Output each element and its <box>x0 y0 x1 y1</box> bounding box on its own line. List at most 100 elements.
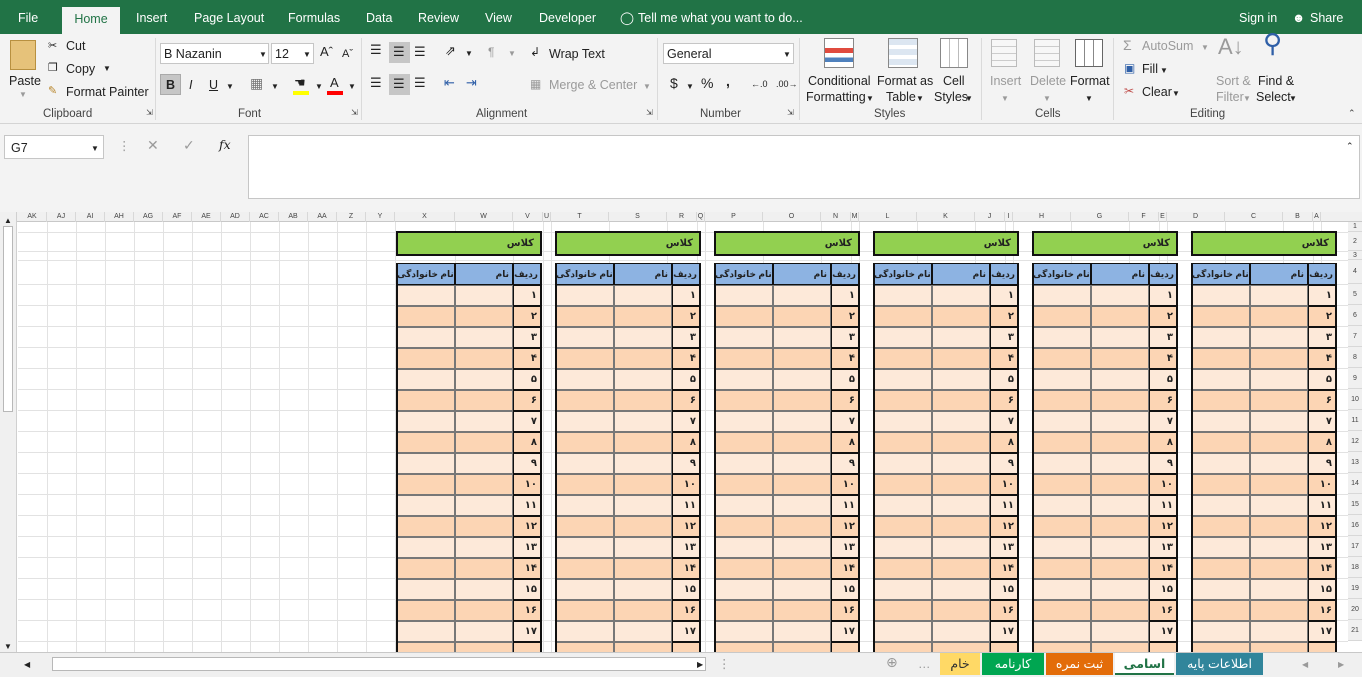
class-title-cell[interactable]: کلاس <box>555 231 701 256</box>
chevron-down-icon[interactable]: ▼ <box>103 62 111 76</box>
column-header-j[interactable]: J <box>975 212 1005 222</box>
top-align-icon[interactable]: ☰ <box>370 43 382 57</box>
tab-file[interactable]: File <box>18 11 38 25</box>
next-sheet-icon[interactable]: ▶ <box>1338 658 1344 672</box>
chevron-down-icon[interactable]: ▼ <box>965 92 973 106</box>
bottom-align-icon[interactable]: ☰ <box>414 45 426 59</box>
column-header-m[interactable]: M <box>851 212 859 222</box>
format-as-table-label2[interactable]: Table <box>886 90 916 104</box>
column-header-r[interactable]: R <box>667 212 697 222</box>
dialog-launcher-icon[interactable]: ⇲ <box>646 108 653 117</box>
font-color-icon[interactable]: A <box>330 76 339 90</box>
row-header[interactable]: 21 <box>1348 620 1362 641</box>
row-header[interactable]: 8 <box>1348 347 1362 368</box>
prev-sheet-icon[interactable]: ◀ <box>1302 658 1308 672</box>
paste-button[interactable]: Paste <box>9 74 41 88</box>
number-format-dropdown[interactable]: General ▼ <box>663 43 794 64</box>
row-header[interactable]: 11 <box>1348 410 1362 431</box>
column-header-aa[interactable]: AA <box>308 212 337 222</box>
row-header[interactable]: 1 <box>1348 222 1362 232</box>
chevron-down-icon[interactable]: ▼ <box>916 92 924 106</box>
column-header-k[interactable]: K <box>917 212 975 222</box>
chevron-down-icon[interactable]: ▼ <box>271 80 279 94</box>
chevron-down-icon[interactable]: ▼ <box>315 80 323 94</box>
decrease-font-icon[interactable]: Aˇ <box>342 47 353 61</box>
row-header[interactable]: 5 <box>1348 284 1362 305</box>
tell-me-box[interactable]: Tell me what you want to do... <box>638 11 803 25</box>
column-header-y[interactable]: Y <box>366 212 395 222</box>
borders-icon[interactable]: ▦ <box>250 76 263 90</box>
sheet-tab-basic-info[interactable]: اطلاعات پایه <box>1176 653 1263 675</box>
chevron-down-icon[interactable]: ▼ <box>1289 92 1297 106</box>
sheet-tab-names[interactable]: اسامی <box>1115 653 1174 675</box>
find-select-label2[interactable]: Select <box>1256 90 1291 104</box>
currency-button[interactable]: $ <box>670 76 678 90</box>
row-header[interactable]: 4 <box>1348 260 1362 284</box>
row-header[interactable]: 6 <box>1348 305 1362 326</box>
class-title-cell[interactable]: کلاس <box>396 231 542 256</box>
tab-developer[interactable]: Developer <box>539 11 596 25</box>
scroll-left-icon[interactable]: ◀ <box>24 658 30 672</box>
font-size-dropdown[interactable]: 12 ▼ <box>271 43 314 64</box>
column-header-ab[interactable]: AB <box>279 212 308 222</box>
cell-styles-label2[interactable]: Styles <box>934 90 968 104</box>
conditional-formatting-label2[interactable]: Formatting <box>806 90 866 104</box>
paste-icon[interactable] <box>10 40 36 70</box>
worksheet-grid[interactable]: AK AJ AI AH AG AF AE AD AC AB AA Z Y X W V U T S R Q P O N M L K J I… <box>0 212 1362 652</box>
fill-color-icon[interactable]: ☚ <box>294 76 306 90</box>
underline-button[interactable]: U <box>209 78 218 92</box>
format-painter-button[interactable]: Format Painter <box>66 85 149 99</box>
column-header-v[interactable]: V <box>513 212 543 222</box>
column-header-ag[interactable]: AG <box>134 212 163 222</box>
row-header[interactable]: 14 <box>1348 473 1362 494</box>
class-title-cell[interactable]: کلاس <box>714 231 860 256</box>
class-title-cell[interactable]: کلاس <box>1032 231 1178 256</box>
formula-input[interactable] <box>248 135 1360 199</box>
conditional-formatting-label1[interactable]: Conditional <box>808 74 871 88</box>
chevron-down-icon[interactable]: ▼ <box>1172 87 1180 101</box>
name-box[interactable]: G7 ▼ <box>4 135 104 159</box>
vertical-scrollbar[interactable]: ▲ ▼ <box>0 212 17 652</box>
column-header-l[interactable]: L <box>859 212 917 222</box>
row-header[interactable]: 20 <box>1348 599 1362 620</box>
sign-in-link[interactable]: Sign in <box>1239 11 1277 25</box>
clear-button[interactable]: Clear <box>1142 85 1172 99</box>
horizontal-scroll-thumb[interactable] <box>52 657 706 671</box>
chevron-down-icon[interactable]: ▼ <box>686 80 694 94</box>
column-header-i[interactable]: I <box>1005 212 1013 222</box>
column-header-s[interactable]: S <box>609 212 667 222</box>
align-left-icon[interactable]: ☰ <box>370 76 382 90</box>
column-header-b[interactable]: B <box>1283 212 1313 222</box>
column-header-n[interactable]: N <box>821 212 851 222</box>
row-header[interactable]: 15 <box>1348 494 1362 515</box>
chevron-down-icon[interactable]: ▼ <box>866 92 874 106</box>
class-title-cell[interactable]: کلاس <box>873 231 1019 256</box>
align-right-icon[interactable]: ☰ <box>414 76 426 90</box>
increase-decimal-icon[interactable]: ←.0 <box>751 77 768 91</box>
row-header[interactable]: 7 <box>1348 326 1362 347</box>
row-header[interactable]: 2 <box>1348 232 1362 251</box>
more-sheets-icon[interactable]: … <box>918 657 931 671</box>
cell-styles-icon[interactable] <box>940 38 968 68</box>
tab-formulas[interactable]: Formulas <box>288 11 340 25</box>
row-header[interactable]: 19 <box>1348 578 1362 599</box>
dialog-launcher-icon[interactable]: ⇲ <box>787 108 794 117</box>
column-header-ah[interactable]: AH <box>105 212 134 222</box>
align-center-icon[interactable]: ☰ <box>389 74 410 95</box>
column-header-p[interactable]: P <box>705 212 763 222</box>
row-header[interactable]: 13 <box>1348 452 1362 473</box>
row-header[interactable]: 16 <box>1348 515 1362 536</box>
increase-font-icon[interactable]: Aˆ <box>320 45 333 59</box>
fill-button[interactable]: Fill <box>1142 62 1158 76</box>
column-header-w[interactable]: W <box>455 212 513 222</box>
format-cells-button[interactable]: Format <box>1070 74 1110 88</box>
row-header[interactable]: 12 <box>1348 431 1362 452</box>
column-header-ai[interactable]: AI <box>76 212 105 222</box>
chevron-down-icon[interactable]: ▼ <box>1160 64 1168 78</box>
wrap-text-icon[interactable]: ↲ <box>530 45 540 59</box>
increase-indent-icon[interactable]: ⇥ <box>466 76 477 90</box>
bold-button[interactable]: B <box>160 74 181 95</box>
column-header-q[interactable]: Q <box>697 212 705 222</box>
dialog-launcher-icon[interactable]: ⇲ <box>146 108 153 117</box>
cut-button[interactable]: Cut <box>66 39 85 53</box>
